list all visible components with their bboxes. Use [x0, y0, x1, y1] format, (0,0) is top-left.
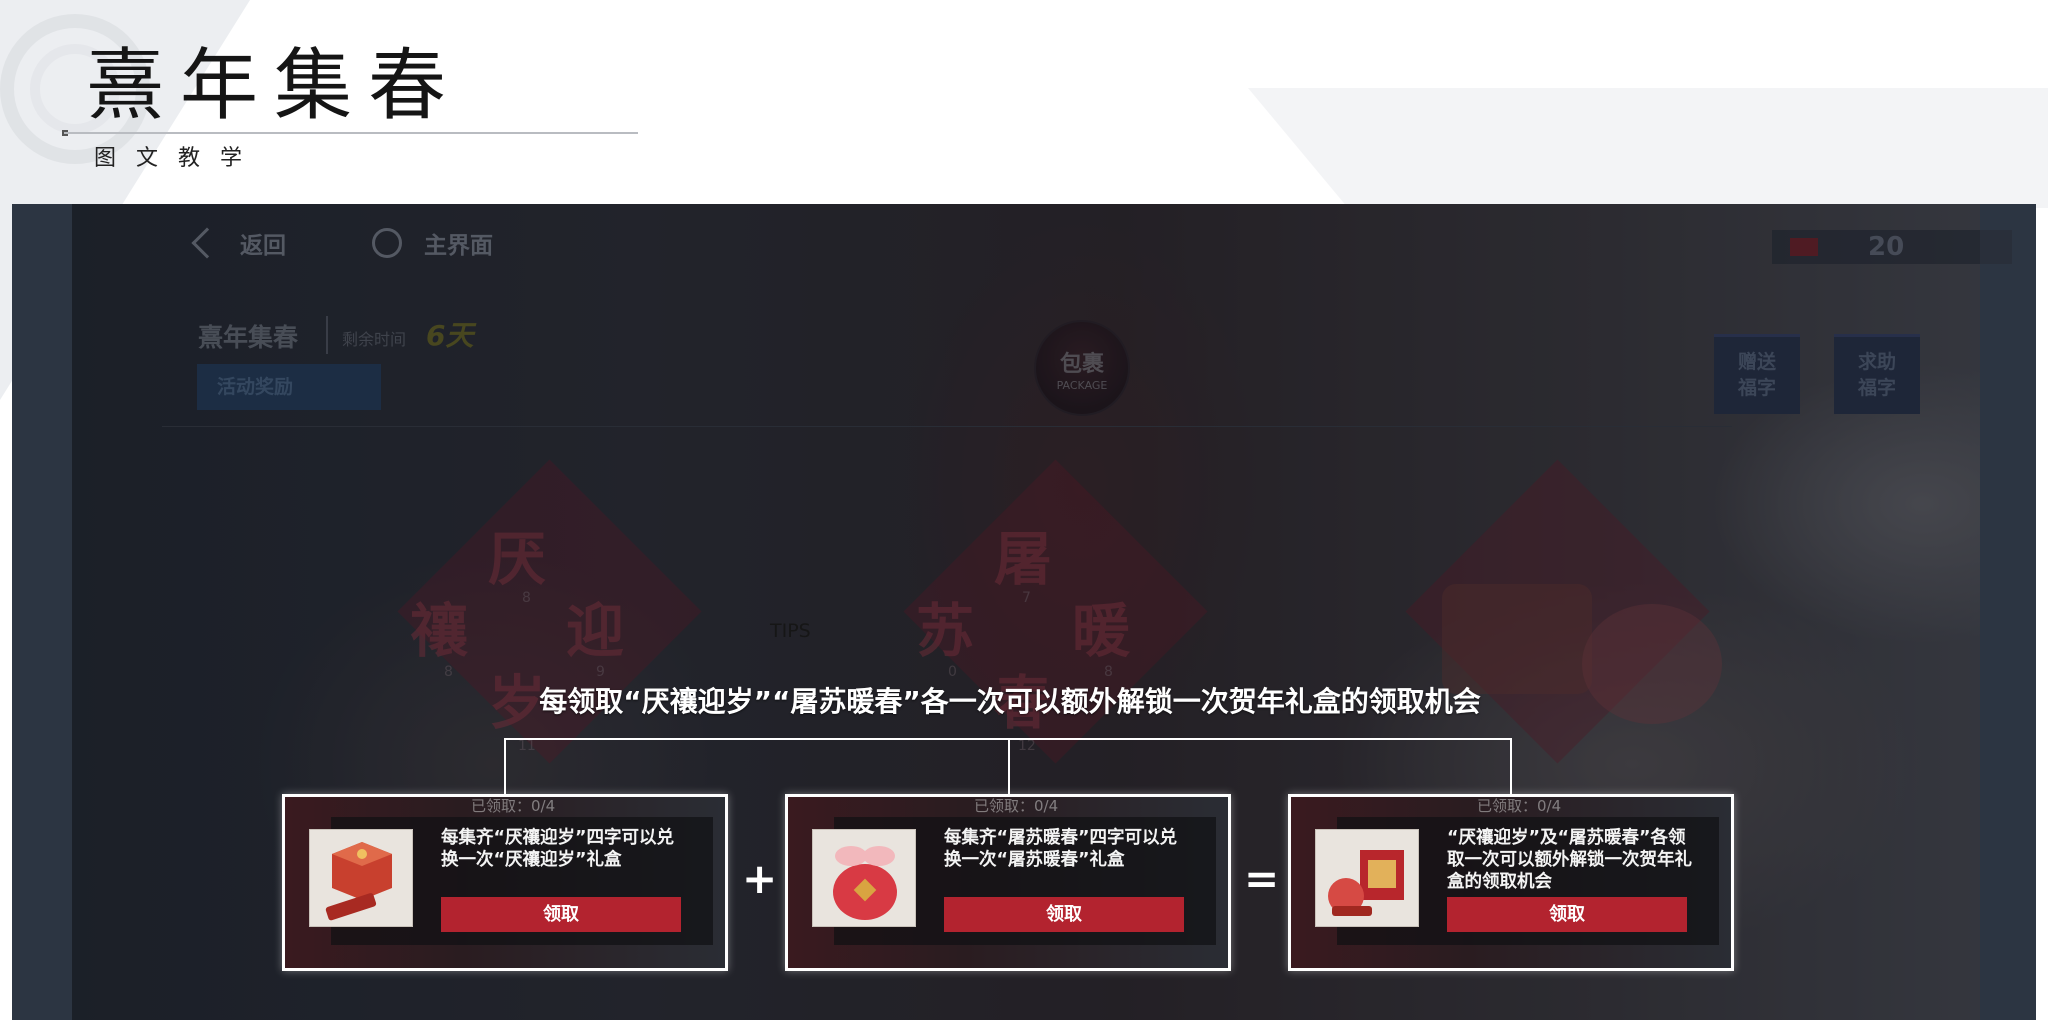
page-title: 熹年集春	[86, 41, 463, 131]
title-rule	[64, 132, 638, 134]
claimed-progress: 已领取：0/4	[471, 797, 556, 815]
page-subtitle: 图文教学	[94, 146, 263, 171]
tips-label: TIPS	[770, 620, 811, 642]
reward-card-tusu: 已领取：0/4 每集齐“屠苏暖春”四字可以兑换一次“屠苏暖春”礼盒 领取	[785, 794, 1231, 971]
claimed-progress: 已领取：0/4	[1477, 797, 1562, 815]
card-description: 每集齐“屠苏暖春”四字可以兑换一次“屠苏暖春”礼盒	[944, 828, 1178, 870]
bracket-mid	[1008, 738, 1010, 796]
plus-sign: +	[742, 854, 778, 903]
gift-box-icon	[309, 829, 413, 927]
new-year-gift-icon	[1315, 829, 1419, 927]
claim-button[interactable]: 领取	[1447, 897, 1687, 932]
lucky-bag-icon	[812, 829, 916, 927]
card-description: 每集齐“厌禳迎岁”四字可以兑换一次“厌禳迎岁”礼盒	[441, 828, 675, 870]
bracket-right	[1510, 738, 1512, 796]
reward-card-yanrang: 已领取：0/4 每集齐“厌禳迎岁”四字可以兑换一次“厌禳迎岁”礼盒 领取	[282, 794, 728, 971]
tips-headline: 每领取“厌禳迎岁”“屠苏暖春”各一次可以额外解锁一次贺年礼盒的领取机会	[539, 685, 1481, 718]
claim-button[interactable]: 领取	[944, 897, 1184, 932]
equals-sign: =	[1244, 854, 1280, 903]
card-description: “厌禳迎岁”及“屠苏暖春”各领取一次可以额外解锁一次贺年礼盒的领取机会	[1447, 828, 1692, 892]
claim-button[interactable]: 领取	[441, 897, 681, 932]
tutorial-page: 熹年集春 图文教学 返回 主界面 20 熹年集春 剩余时间 6天 活动奖励 包裹…	[0, 0, 2048, 1024]
bracket-left	[504, 738, 506, 796]
header-wedge-decoration	[1248, 88, 2048, 208]
reward-card-newyear: 已领取：0/4 “厌禳迎岁”及“屠苏暖春”各领取一次可以额外解锁一次贺年礼盒的领…	[1288, 794, 1734, 971]
claimed-progress: 已领取：0/4	[974, 797, 1059, 815]
